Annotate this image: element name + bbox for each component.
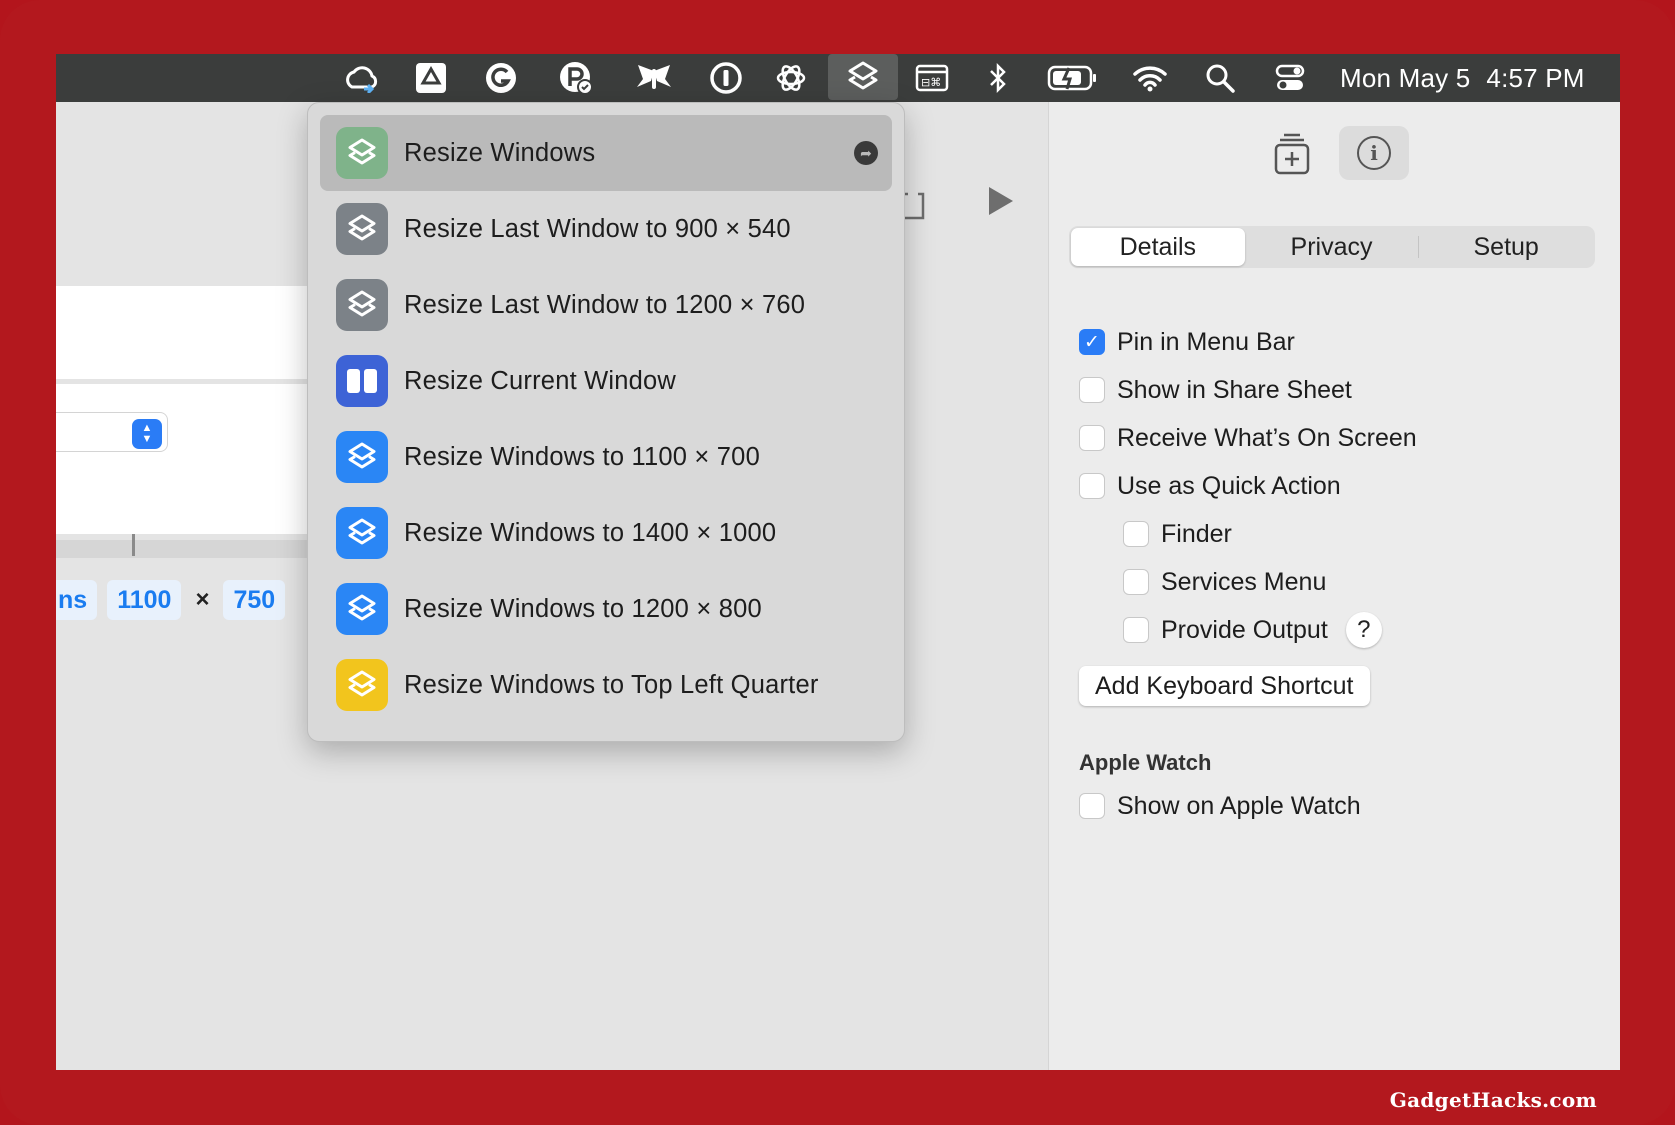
- receive-screen-option[interactable]: Receive What’s On Screen: [1079, 421, 1417, 455]
- drive-icon[interactable]: [401, 54, 461, 102]
- menu-item[interactable]: Resize Windows to Top Left Quarter: [320, 647, 892, 723]
- menu-item[interactable]: Resize Current Window: [320, 343, 892, 419]
- quick-action-option[interactable]: Use as Quick Action: [1079, 469, 1341, 503]
- services-menu-label: Services Menu: [1161, 567, 1327, 596]
- menu-bar: ⊟⌘ Mon May 5 4:57 PM: [56, 54, 1620, 102]
- menu-item-label: Resize Windows to 1100 × 700: [404, 442, 760, 471]
- inspector-tabs: Details Privacy Setup: [1069, 226, 1595, 268]
- tab-setup[interactable]: Setup: [1419, 228, 1593, 266]
- split-window-icon: [336, 355, 388, 407]
- add-to-library-icon[interactable]: [1271, 130, 1313, 178]
- apple-watch-label: Show on Apple Watch: [1117, 791, 1361, 820]
- shortcuts-menu: Resize Windows ➦ Resize Last Window to 900…: [307, 102, 905, 742]
- quick-action-label: Use as Quick Action: [1117, 471, 1341, 500]
- apple-watch-option[interactable]: Show on Apple Watch: [1079, 789, 1361, 823]
- share-sheet-checkbox[interactable]: [1079, 377, 1105, 403]
- info-button[interactable]: i: [1339, 126, 1409, 180]
- shortcut-icon: [336, 203, 388, 255]
- wifi-icon[interactable]: [1120, 54, 1180, 102]
- menu-item-label: Resize Last Window to 900 × 540: [404, 214, 791, 243]
- finder-label: Finder: [1161, 519, 1232, 548]
- finder-option[interactable]: Finder: [1123, 517, 1232, 551]
- share-sheet-label: Show in Share Sheet: [1117, 375, 1352, 404]
- onepassword-icon[interactable]: [696, 54, 756, 102]
- receive-screen-checkbox[interactable]: [1079, 425, 1105, 451]
- mac-screen: ⊟⌘ Mon May 5 4:57 PM ▲ ▼ ns 1100 × 750 i…: [56, 54, 1620, 1070]
- red-frame: ⊟⌘ Mon May 5 4:57 PM ▲ ▼ ns 1100 × 750 i…: [0, 0, 1675, 1125]
- shortcut-icon: [336, 507, 388, 559]
- height-token[interactable]: 750: [223, 580, 286, 620]
- bluetooth-icon[interactable]: [968, 54, 1028, 102]
- menu-item[interactable]: Resize Last Window to 900 × 540: [320, 191, 892, 267]
- add-keyboard-shortcut-button[interactable]: Add Keyboard Shortcut: [1079, 666, 1370, 706]
- menu-bar-clock[interactable]: Mon May 5 4:57 PM: [1340, 54, 1585, 102]
- action-block: [56, 384, 316, 534]
- grammarly-icon[interactable]: [471, 54, 531, 102]
- parcel-icon[interactable]: [546, 54, 606, 102]
- quick-action-checkbox[interactable]: [1079, 473, 1105, 499]
- menu-item-label: Resize Last Window to 1200 × 760: [404, 290, 806, 319]
- divider: [56, 540, 316, 558]
- provide-output-option[interactable]: Provide Output ?: [1123, 612, 1382, 648]
- pin-menu-bar-checkbox[interactable]: ✓: [1079, 329, 1105, 355]
- tab-details[interactable]: Details: [1071, 228, 1245, 266]
- clock-time: 4:57 PM: [1486, 62, 1585, 93]
- tab-privacy[interactable]: Privacy: [1245, 228, 1419, 266]
- provide-output-label: Provide Output: [1161, 615, 1328, 644]
- info-icon: i: [1357, 136, 1391, 170]
- menu-item-label: Resize Windows: [404, 138, 596, 167]
- apple-watch-checkbox[interactable]: [1079, 793, 1105, 819]
- menu-item[interactable]: Resize Windows to 1100 × 700: [320, 419, 892, 495]
- shortcut-icon: [336, 127, 388, 179]
- menu-item-label: Resize Windows to 1400 × 1000: [404, 518, 777, 547]
- svg-text:⊟⌘: ⊟⌘: [921, 76, 941, 89]
- menu-item-label: Resize Current Window: [404, 366, 677, 395]
- tes-icon[interactable]: [624, 54, 684, 102]
- menu-item[interactable]: Resize Windows to 1400 × 1000: [320, 495, 892, 571]
- services-menu-option[interactable]: Services Menu: [1123, 565, 1326, 599]
- clock-date: Mon May 5: [1340, 62, 1471, 93]
- times-symbol: ×: [195, 586, 210, 613]
- window-menu-icon[interactable]: ⊟⌘: [902, 54, 962, 102]
- size-token-row: ns 1100 × 750: [56, 580, 286, 620]
- menu-item-label: Resize Windows to 1200 × 800: [404, 594, 762, 623]
- shortcut-icon: [336, 279, 388, 331]
- menu-item[interactable]: Resize Windows ➦: [320, 115, 892, 191]
- shortcuts-icon[interactable]: [828, 54, 898, 100]
- popup-field[interactable]: ▲ ▼: [56, 412, 168, 452]
- provide-output-checkbox[interactable]: [1123, 617, 1149, 643]
- pin-menu-bar-label: Pin in Menu Bar: [1117, 327, 1295, 356]
- shortcut-icon: [336, 583, 388, 635]
- share-sheet-option[interactable]: Show in Share Sheet: [1079, 373, 1352, 407]
- control-center-icon[interactable]: [1260, 54, 1320, 102]
- inspector-panel: i Details Privacy Setup ✓ Pin in Menu Ba…: [1048, 102, 1620, 1070]
- creative-cloud-icon[interactable]: [332, 54, 392, 102]
- apple-watch-heading: Apple Watch: [1079, 750, 1212, 775]
- chevron-updown-icon[interactable]: ▲ ▼: [132, 419, 162, 449]
- shortcut-icon: [336, 659, 388, 711]
- help-button[interactable]: ?: [1345, 612, 1382, 648]
- resize-handle[interactable]: [132, 534, 135, 556]
- action-token[interactable]: ns: [56, 580, 98, 620]
- action-block-top: [56, 286, 316, 379]
- spotlight-search-icon[interactable]: [1190, 54, 1250, 102]
- shortcut-icon: [336, 431, 388, 483]
- menu-item[interactable]: Resize Windows to 1200 × 800: [320, 571, 892, 647]
- battery-icon[interactable]: [1038, 54, 1108, 102]
- play-icon[interactable]: [989, 187, 1013, 215]
- width-token[interactable]: 1100: [107, 580, 182, 620]
- services-menu-checkbox[interactable]: [1123, 569, 1149, 595]
- receive-screen-label: Receive What’s On Screen: [1117, 423, 1417, 452]
- watermark: GadgetHacks.com: [1389, 1088, 1597, 1112]
- menu-item-label: Resize Windows to Top Left Quarter: [404, 670, 819, 699]
- menu-item[interactable]: Resize Last Window to 1200 × 760: [320, 267, 892, 343]
- finder-checkbox[interactable]: [1123, 521, 1149, 547]
- chatgpt-icon[interactable]: [761, 54, 821, 102]
- open-arrow-icon[interactable]: ➦: [854, 141, 878, 165]
- pin-menu-bar-option[interactable]: ✓ Pin in Menu Bar: [1079, 325, 1295, 359]
